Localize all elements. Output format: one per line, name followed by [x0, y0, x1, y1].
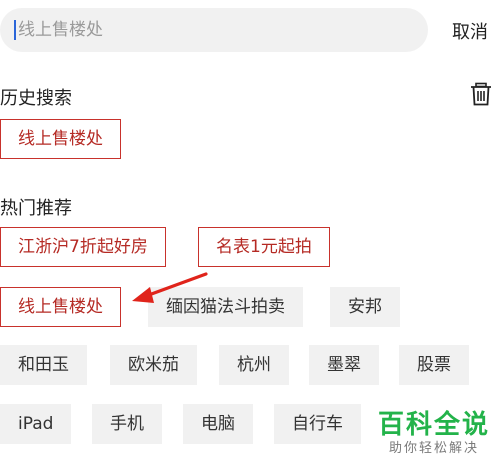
hot-tag[interactable]: 和田玉	[0, 345, 87, 385]
hot-tag[interactable]: 墨翠	[309, 345, 379, 385]
search-bar[interactable]	[0, 8, 428, 52]
hot-tag[interactable]: 手机	[92, 404, 162, 444]
hot-tag[interactable]: 缅因猫法斗拍卖	[148, 287, 303, 327]
watermark-subtitle: 助你轻松解决	[388, 441, 479, 456]
text-cursor	[14, 20, 16, 40]
hot-tag[interactable]: 江浙沪7折起好房	[0, 227, 166, 267]
history-section-title: 历史搜索	[0, 88, 72, 109]
cancel-button[interactable]: 取消	[452, 18, 488, 44]
hot-tag[interactable]: 名表1元起拍	[198, 227, 330, 267]
hot-section-title: 热门推荐	[0, 198, 72, 219]
hot-tag[interactable]: 安邦	[330, 287, 400, 327]
search-input[interactable]	[18, 20, 378, 40]
history-tag[interactable]: 线上售楼处	[0, 119, 121, 159]
hot-tag[interactable]: 杭州	[219, 345, 289, 385]
hot-tag[interactable]: 线上售楼处	[0, 287, 121, 327]
hot-tag[interactable]: 欧米茄	[110, 345, 197, 385]
hot-tag[interactable]: 股票	[399, 345, 469, 385]
hot-tag[interactable]: 电脑	[183, 404, 253, 444]
trash-icon[interactable]	[470, 82, 492, 106]
hot-tag[interactable]: 自行车	[274, 404, 361, 444]
watermark: 百科全说 助你轻松解决	[372, 410, 496, 458]
watermark-title: 百科全说	[377, 410, 490, 440]
hot-tag[interactable]: iPad	[0, 404, 72, 444]
